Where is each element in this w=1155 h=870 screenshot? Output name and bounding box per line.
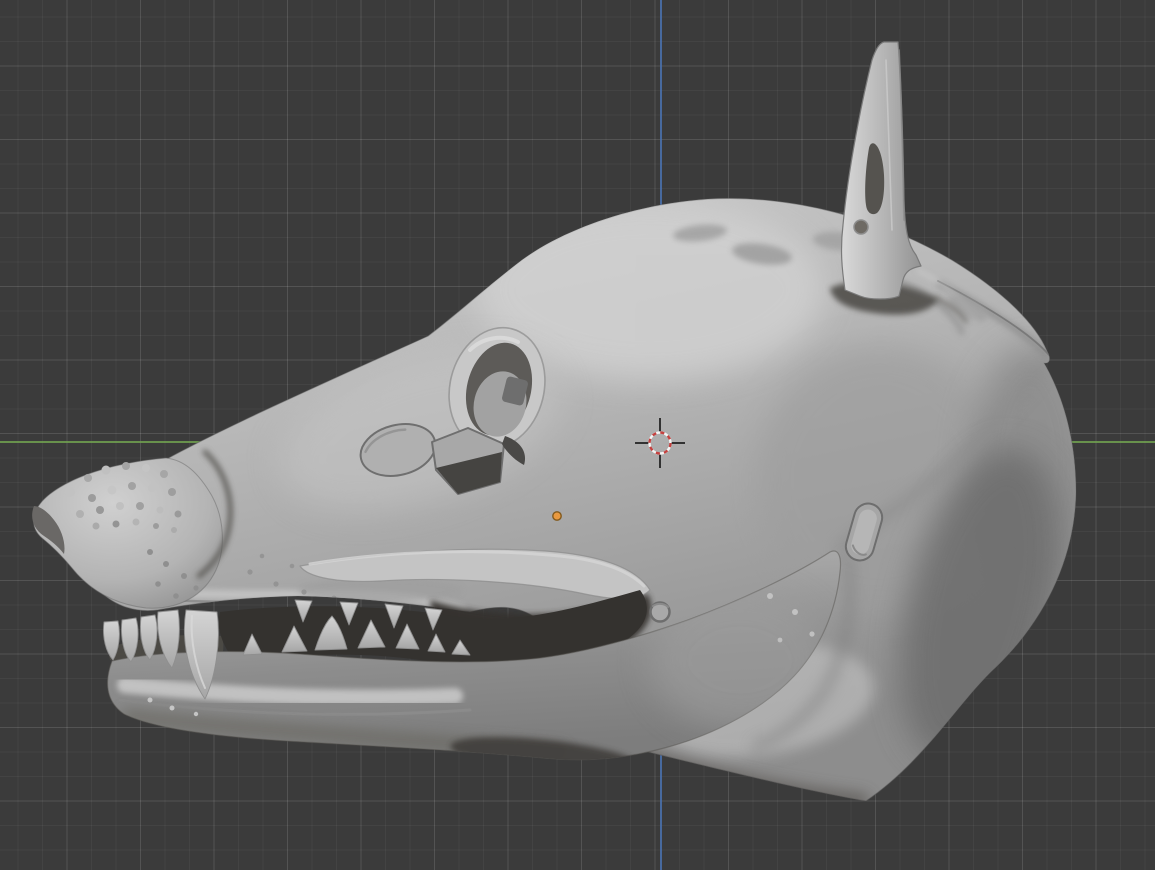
blade-hole [854,220,868,234]
viewport-3d[interactable] [0,0,1155,870]
skull-mask-model[interactable] [32,42,1092,801]
viewport-canvas[interactable] [0,0,1155,870]
jaw-hinge-hole [651,603,670,622]
crest-blade[interactable] [842,42,921,299]
